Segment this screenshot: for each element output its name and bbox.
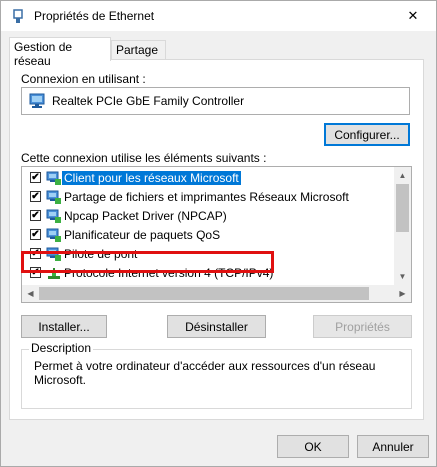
components-list[interactable]: ✔ Client pour les réseaux Microsoft ✔ Parta…: [21, 166, 412, 303]
item-checkbox[interactable]: ✔: [30, 210, 41, 221]
network-service-icon: [46, 209, 62, 224]
uninstall-button[interactable]: Désinstaller: [167, 315, 266, 338]
scroll-down-icon[interactable]: ▼: [394, 268, 411, 285]
vertical-scrollbar[interactable]: ▲ ▼: [394, 167, 411, 285]
description-text: Permet à votre ordinateur d'accéder aux …: [34, 359, 376, 387]
window-title: Propriétés de Ethernet: [34, 9, 155, 23]
item-checkbox[interactable]: ✔: [30, 191, 41, 202]
list-item[interactable]: ✔ Protocole Internet version 4 (TCP/IPv4): [22, 264, 395, 283]
scroll-right-icon[interactable]: ▶: [394, 285, 411, 302]
properties-button[interactable]: Propriétés: [313, 315, 412, 338]
description-title: Description: [29, 341, 94, 355]
list-item[interactable]: ✔ Partage de fichiers et imprimantes Rése…: [22, 188, 395, 207]
protocol-icon: [46, 266, 62, 281]
item-checkbox[interactable]: ✔: [30, 267, 41, 278]
list-item[interactable]: ✔ Planificateur de paquets QoS: [22, 226, 395, 245]
network-service-icon: [46, 247, 62, 262]
connection-label: Connexion en utilisant :: [21, 72, 146, 86]
components-label: Cette connexion utilise les éléments sui…: [21, 151, 267, 165]
network-service-icon: [46, 190, 62, 205]
ethernet-icon: [11, 9, 25, 25]
list-item-label: Pilote de pont: [64, 247, 138, 261]
list-item-label: Planificateur de paquets QoS: [64, 228, 221, 242]
ok-button[interactable]: OK: [277, 435, 349, 458]
tab-partage[interactable]: Partage: [111, 40, 166, 60]
list-item[interactable]: ✔ Npcap Packet Driver (NPCAP): [22, 207, 395, 226]
title-bar: Propriétés de Ethernet ✕: [1, 1, 436, 31]
properties-dialog: Propriétés de Ethernet ✕ Gestion de rése…: [0, 0, 437, 467]
scroll-left-icon[interactable]: ◀: [22, 285, 39, 302]
item-checkbox[interactable]: ✔: [30, 172, 41, 183]
scroll-thumb[interactable]: [396, 184, 409, 232]
list-item[interactable]: ✔ Pilote de pont: [22, 245, 395, 264]
list-item-label: Partage de fichiers et imprimantes Résea…: [64, 190, 349, 204]
network-client-icon: [46, 171, 62, 186]
scroll-thumb[interactable]: [39, 287, 369, 300]
network-service-icon: [46, 228, 62, 243]
list-item-label: Npcap Packet Driver (NPCAP): [64, 209, 227, 223]
item-checkbox[interactable]: ✔: [30, 229, 41, 240]
scroll-up-icon[interactable]: ▲: [394, 167, 411, 184]
tab-gestion-reseau[interactable]: Gestion de réseau: [9, 37, 111, 68]
install-button[interactable]: Installer...: [21, 315, 107, 338]
tab-label: Partage: [116, 43, 159, 57]
configure-button[interactable]: Configurer...: [324, 123, 410, 146]
item-checkbox[interactable]: ✔: [30, 248, 41, 259]
network-adapter-icon: [29, 93, 47, 112]
adapter-name: Realtek PCIe GbE Family Controller: [52, 94, 245, 108]
horizontal-scrollbar[interactable]: ◀ ▶: [22, 285, 411, 302]
list-item-label: Client pour les réseaux Microsoft: [62, 171, 241, 185]
close-button[interactable]: ✕: [390, 1, 436, 31]
cancel-button[interactable]: Annuler: [357, 435, 429, 458]
list-item-label: Protocole Internet version 4 (TCP/IPv4): [64, 266, 274, 280]
list-item[interactable]: ✔ Client pour les réseaux Microsoft: [22, 169, 395, 188]
close-icon: ✕: [407, 8, 419, 23]
adapter-field: Realtek PCIe GbE Family Controller: [21, 87, 410, 115]
